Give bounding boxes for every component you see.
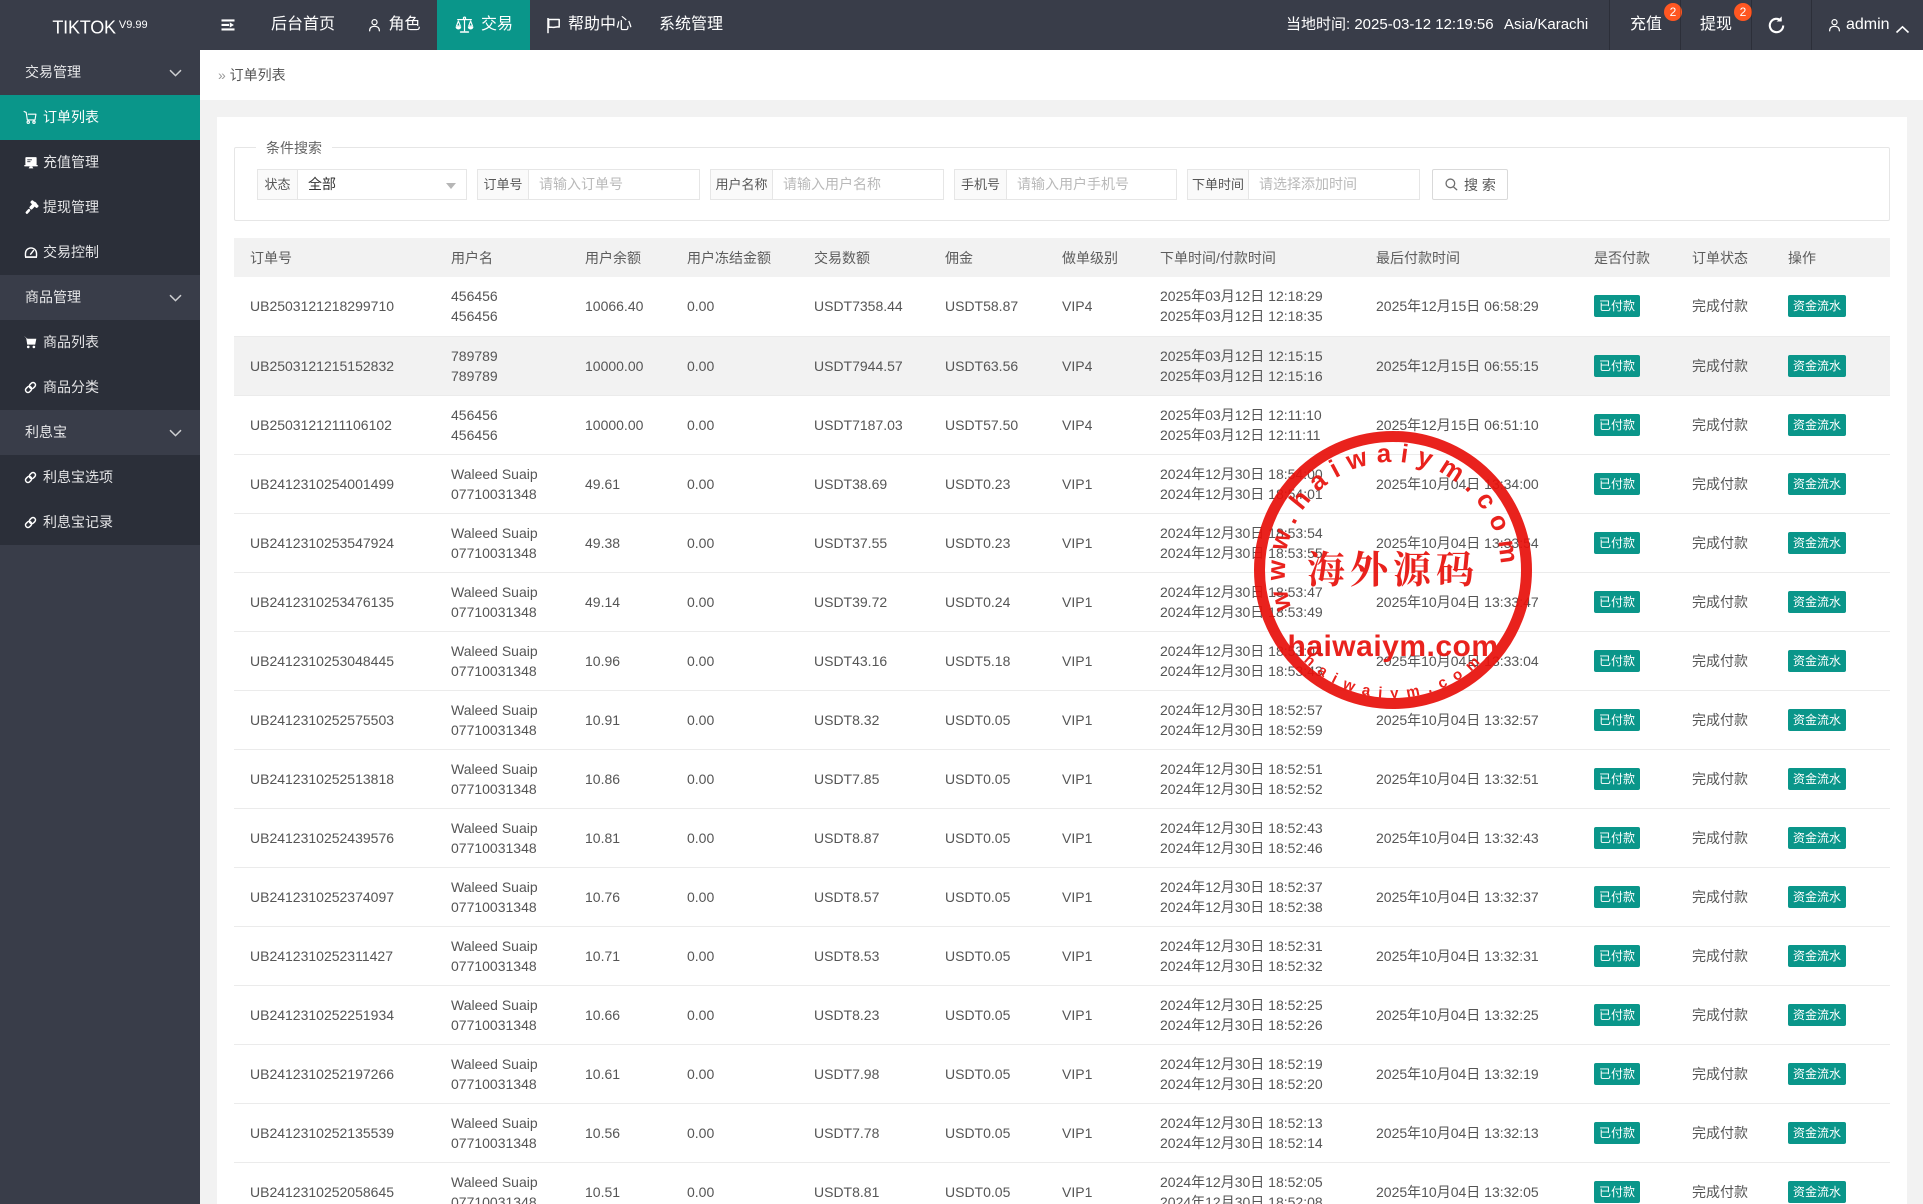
svg-text:海外源码: 海外源码 <box>1307 550 1479 592</box>
svg-text:haiwaiym.com: haiwaiym.com <box>1287 630 1498 663</box>
